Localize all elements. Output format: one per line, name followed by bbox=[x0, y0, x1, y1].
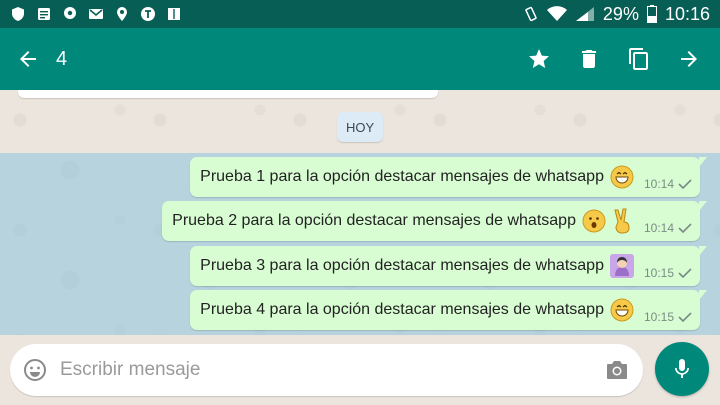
camera-icon bbox=[607, 361, 627, 379]
shield-icon bbox=[10, 6, 26, 22]
message-input[interactable] bbox=[60, 359, 591, 381]
selected-count: 4 bbox=[56, 47, 68, 70]
message-bubble[interactable]: Prueba 3 para la opción destacar mensaje… bbox=[190, 246, 707, 286]
previous-message-bubble[interactable] bbox=[18, 90, 438, 98]
composer-bar bbox=[0, 335, 720, 405]
vibrate-icon bbox=[523, 6, 539, 22]
back-button[interactable] bbox=[0, 28, 56, 90]
victory-hand-emoji bbox=[612, 208, 634, 234]
notification-icons bbox=[10, 6, 182, 22]
delete-icon bbox=[582, 50, 596, 68]
message-time: 10:14 bbox=[643, 177, 674, 191]
message-bubble[interactable]: Prueba 2 para la opción destacar mensaje… bbox=[162, 201, 707, 241]
message-text: Prueba 3 para la opción destacar mensaje… bbox=[200, 257, 604, 274]
sent-check-icon bbox=[678, 312, 692, 322]
forward-icon bbox=[681, 51, 697, 67]
camera-button[interactable] bbox=[591, 344, 643, 396]
selection-actions bbox=[516, 36, 712, 82]
battery-icon bbox=[646, 5, 657, 23]
circle-t-icon bbox=[140, 6, 156, 22]
copy-button[interactable] bbox=[616, 36, 662, 82]
location-pin-icon bbox=[62, 6, 78, 22]
battery-percent: 29% bbox=[602, 3, 639, 24]
message-meta: 10:15 bbox=[644, 266, 692, 280]
message-meta: 10:14 bbox=[644, 177, 692, 191]
message-meta: 10:14 bbox=[644, 221, 692, 235]
message-text: Prueba 4 para la opción destacar mensaje… bbox=[200, 301, 604, 318]
message-bubble[interactable]: Prueba 4 para la opción destacar mensaje… bbox=[190, 290, 707, 330]
clock: 10:16 bbox=[664, 3, 710, 24]
voice-record-button[interactable] bbox=[655, 342, 709, 396]
selection-app-bar: 4 bbox=[0, 28, 720, 90]
message-bubble[interactable]: Prueba 1 para la opción destacar mensaje… bbox=[190, 157, 707, 197]
forward-button[interactable] bbox=[666, 36, 712, 82]
sent-check-icon bbox=[678, 179, 692, 189]
message-text: Prueba 2 para la opción destacar mensaje… bbox=[172, 212, 576, 229]
message-time: 10:15 bbox=[643, 266, 674, 280]
copy-icon bbox=[629, 48, 648, 70]
mic-icon bbox=[675, 359, 689, 378]
chat-area[interactable]: HOY Prueba 1 para la opción destacar men… bbox=[0, 90, 720, 335]
signal-icon bbox=[575, 6, 595, 22]
status-indicators: 29% 10:16 bbox=[523, 4, 710, 25]
grinning-face-emoji bbox=[610, 165, 634, 189]
book-icon bbox=[166, 6, 182, 22]
maps-pin-icon bbox=[114, 6, 130, 22]
message-meta: 10:15 bbox=[644, 310, 692, 324]
wifi-icon bbox=[546, 6, 567, 22]
message-time: 10:15 bbox=[643, 310, 674, 324]
star-button[interactable] bbox=[516, 36, 562, 82]
arrow-back-icon bbox=[20, 51, 36, 67]
delete-button[interactable] bbox=[566, 36, 612, 82]
gmail-icon bbox=[88, 6, 104, 22]
information-desk-person-emoji bbox=[609, 254, 634, 278]
emoji-button[interactable] bbox=[10, 344, 60, 396]
message-time: 10:14 bbox=[643, 221, 674, 235]
star-icon bbox=[529, 49, 549, 68]
sent-check-icon bbox=[678, 268, 692, 278]
sent-check-icon bbox=[678, 223, 692, 233]
day-separator: HOY bbox=[337, 112, 384, 142]
notes-icon bbox=[36, 6, 52, 22]
surprised-face-emoji bbox=[582, 209, 606, 233]
message-text: Prueba 1 para la opción destacar mensaje… bbox=[200, 168, 604, 185]
message-input-box bbox=[10, 344, 643, 396]
status-bar: 29% 10:16 bbox=[0, 0, 720, 28]
grinning-face-emoji bbox=[610, 298, 634, 322]
emoji-icon bbox=[24, 359, 46, 381]
